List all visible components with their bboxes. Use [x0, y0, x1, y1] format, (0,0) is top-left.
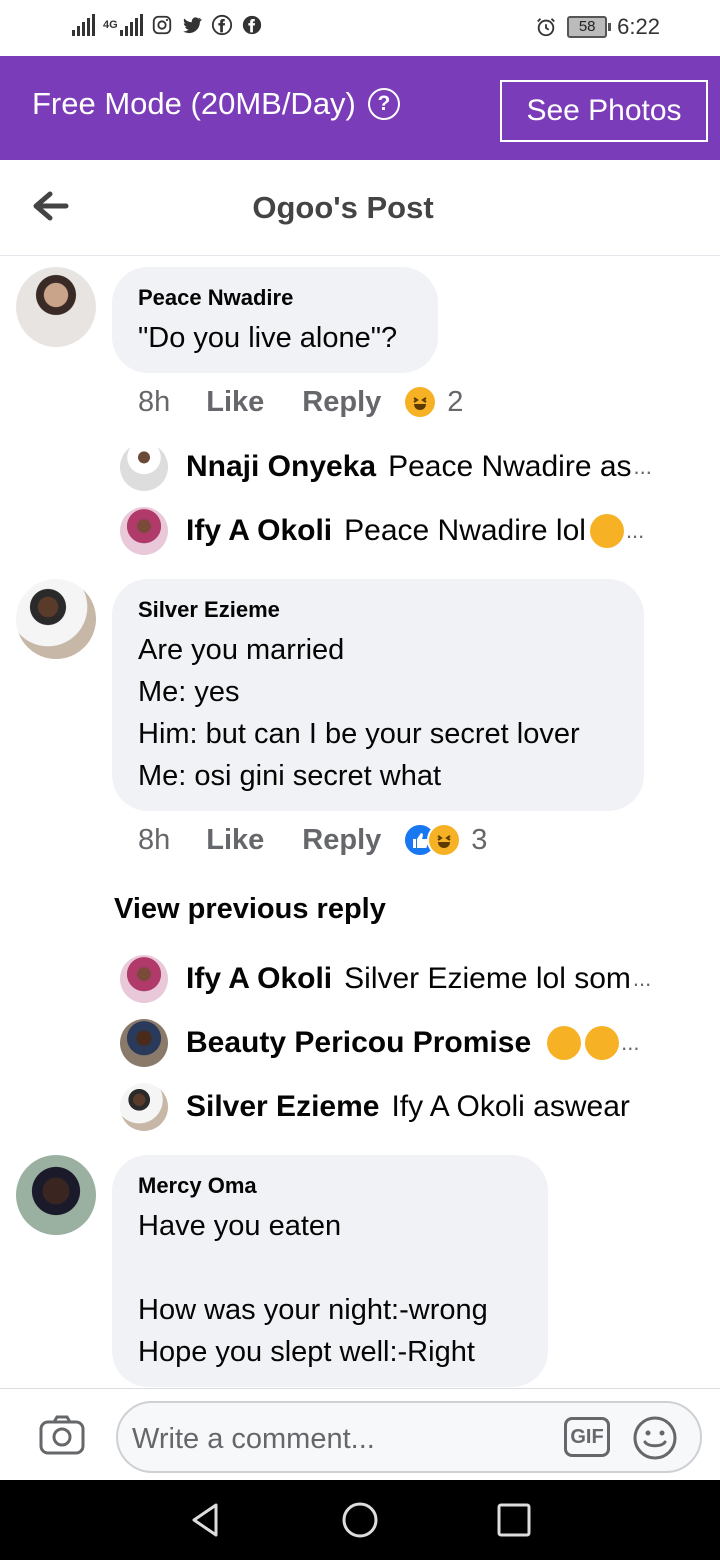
facebook-lite-icon: [242, 15, 261, 35]
avatar[interactable]: [120, 507, 168, 555]
comment-author[interactable]: Peace Nwadire: [138, 285, 412, 311]
clock: 6:22: [617, 14, 660, 39]
reaction-count: 2: [447, 385, 464, 418]
comment-text: "Do you live alone"?: [138, 322, 398, 354]
comment-author[interactable]: Silver Ezieme: [138, 597, 618, 623]
reply-text: Peace Nwadire lol: [344, 514, 586, 547]
avatar[interactable]: [120, 1083, 168, 1131]
comment-placeholder: Write a comment...: [132, 1423, 375, 1455]
haha-reaction-icon: [427, 823, 462, 857]
alarm-icon: [537, 18, 556, 37]
ellipsis: ...: [633, 454, 652, 479]
back-nav-icon[interactable]: [186, 1500, 226, 1540]
comment-composer: Write a comment... GIF: [0, 1388, 720, 1480]
ellipsis: ...: [621, 1030, 640, 1055]
gif-button[interactable]: GIF: [564, 1417, 610, 1457]
reply-button[interactable]: Reply: [302, 386, 381, 419]
ellipsis: ...: [632, 966, 652, 991]
comment-text: Are you married Me: yes Him: but can I b…: [138, 634, 580, 792]
avatar[interactable]: [120, 955, 168, 1003]
comment-input[interactable]: Write a comment... GIF: [116, 1401, 702, 1473]
comment-text: Have you eaten How was your night:-wrong…: [138, 1210, 488, 1368]
reply-item[interactable]: Ify A Okoli Peace Nwadire lol ...: [186, 507, 680, 555]
comment-bubble[interactable]: Silver Ezieme Are you married Me: yes Hi…: [112, 579, 644, 811]
reply-item[interactable]: Ify A Okoli Silver Ezieme lol som ...: [186, 955, 680, 1003]
like-button[interactable]: Like: [206, 824, 264, 857]
avatar[interactable]: [120, 443, 168, 491]
comment-time: 8h: [138, 385, 171, 418]
laughing-emoji-icon: [585, 1026, 620, 1060]
avatar[interactable]: [16, 267, 96, 347]
battery-indicator: 58: [567, 16, 612, 38]
comment-bubble[interactable]: Mercy Oma Have you eaten How was your ni…: [112, 1155, 548, 1387]
help-icon[interactable]: ?: [367, 88, 400, 120]
comment-author[interactable]: Mercy Oma: [138, 1173, 522, 1199]
free-mode-label: Free Mode (20MB/Day) ?: [32, 86, 400, 122]
status-icons-left: 4G: [72, 14, 263, 36]
reactions[interactable]: [403, 823, 462, 857]
view-previous-reply-link[interactable]: View previous reply: [114, 893, 386, 926]
signal-icon: [72, 14, 95, 36]
twitter-icon: [182, 17, 202, 34]
page-title: Ogoo's Post: [252, 190, 434, 225]
free-mode-text: Free Mode (20MB/Day): [32, 86, 356, 121]
camera-icon[interactable]: [38, 1413, 86, 1457]
comment-bubble[interactable]: Peace Nwadire "Do you live alone"?: [112, 267, 438, 373]
rofl-emoji-icon: [547, 1026, 582, 1060]
reply-author[interactable]: Silver Ezieme: [186, 1090, 379, 1124]
laughing-emoji-icon: [589, 514, 624, 548]
status-icons-right: 58 6:22: [535, 14, 660, 40]
reply-text: Peace Nwadire as: [388, 450, 632, 483]
reply-item[interactable]: Silver Ezieme Ify A Okoli aswear: [186, 1083, 680, 1131]
recents-nav-icon[interactable]: [494, 1500, 534, 1540]
instagram-icon: [152, 15, 171, 35]
reply-author[interactable]: Ify A Okoli: [186, 514, 332, 548]
reply-author[interactable]: Nnaji Onyeka: [186, 450, 376, 484]
reply-item[interactable]: Beauty Pericou Promise ...: [186, 1019, 680, 1067]
avatar[interactable]: [120, 1019, 168, 1067]
home-nav-icon[interactable]: [340, 1500, 380, 1540]
comment-actions: 8h Like Reply 3: [138, 823, 487, 857]
emoji-picker-icon[interactable]: [632, 1415, 678, 1461]
haha-reaction-icon: [403, 385, 438, 419]
avatar[interactable]: [16, 1155, 96, 1235]
free-mode-banner: Free Mode (20MB/Day) ? See Photos: [0, 56, 720, 160]
reaction-count: 3: [471, 823, 488, 856]
reply-text: Ify A Okoli aswear: [391, 1090, 630, 1123]
like-button[interactable]: Like: [206, 386, 264, 419]
status-bar: 4G 58 6:22: [0, 0, 720, 56]
reply-item[interactable]: Nnaji Onyeka Peace Nwadire as ...: [186, 443, 680, 491]
reply-author[interactable]: Beauty Pericou Promise: [186, 1026, 531, 1060]
facebook-icon: [211, 14, 232, 36]
reply-text: Silver Ezieme lol som: [344, 962, 631, 995]
post-header: Ogoo's Post: [0, 160, 720, 256]
signal-icon-2: [119, 14, 143, 36]
comments-feed[interactable]: Peace Nwadire "Do you live alone"? 8h Li…: [0, 257, 720, 1388]
reactions[interactable]: [403, 385, 438, 419]
reply-button[interactable]: Reply: [302, 824, 381, 857]
comment-actions: 8h Like Reply 2: [138, 385, 463, 419]
ellipsis: ...: [625, 518, 645, 543]
avatar[interactable]: [16, 579, 96, 659]
see-photos-button[interactable]: See Photos: [500, 80, 708, 142]
network-type: 4G: [103, 19, 118, 31]
reply-author[interactable]: Ify A Okoli: [186, 962, 332, 996]
comment-time: 8h: [138, 823, 171, 856]
system-nav-bar: [0, 1480, 720, 1560]
